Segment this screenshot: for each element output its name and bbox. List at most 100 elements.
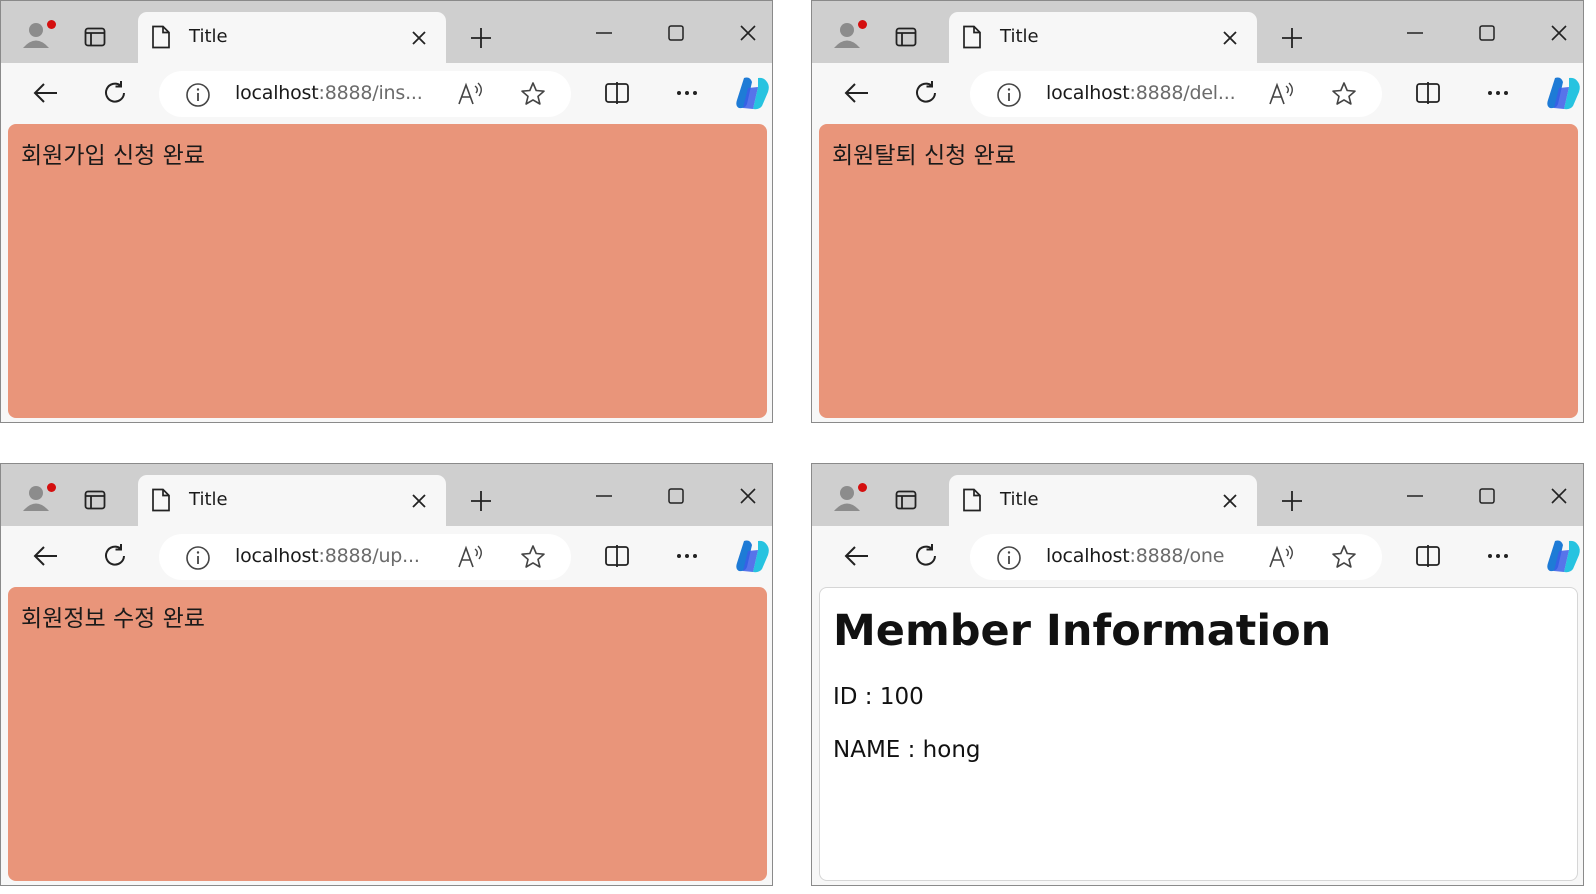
maximize-icon[interactable] [666, 23, 686, 43]
tab-actions-icon[interactable] [84, 26, 106, 48]
read-aloud-icon[interactable] [1268, 81, 1296, 107]
member-id: ID : 100 [833, 684, 924, 710]
address-bar[interactable]: localhost:8888/del... [970, 71, 1382, 117]
plus-icon[interactable] [469, 26, 493, 50]
more-icon[interactable] [673, 79, 701, 107]
maximize-icon[interactable] [666, 486, 686, 506]
profile-badge [858, 20, 867, 29]
more-icon[interactable] [1484, 79, 1512, 107]
back-arrow-icon[interactable] [843, 79, 871, 107]
url-text[interactable]: localhost:8888/up... [235, 545, 420, 567]
more-icon[interactable] [1484, 542, 1512, 570]
maximize-icon[interactable] [1477, 23, 1497, 43]
page-content: 회원정보 수정 완료 [8, 587, 767, 881]
profile-badge [858, 483, 867, 492]
browser-window-4: Title localhost:8888/one Member Informat… [811, 463, 1584, 886]
info-icon[interactable] [996, 545, 1022, 571]
copilot-icon[interactable] [1545, 538, 1583, 574]
split-screen-icon[interactable] [1414, 79, 1442, 107]
favorite-star-icon[interactable] [519, 543, 547, 571]
read-aloud-icon[interactable] [457, 81, 485, 107]
refresh-icon[interactable] [101, 542, 129, 570]
minimize-icon[interactable] [594, 23, 614, 43]
close-icon[interactable] [411, 30, 427, 46]
page-content: 회원탈퇴 신청 완료 [819, 124, 1578, 418]
page-content: Member Information ID : 100 NAME : hong [819, 587, 1578, 881]
tab-title: Title [1000, 489, 1039, 510]
toolbar: localhost:8888/ins... [1, 63, 772, 121]
refresh-icon[interactable] [912, 79, 940, 107]
tab-active[interactable]: Title [138, 475, 446, 526]
read-aloud-icon[interactable] [1268, 544, 1296, 570]
page-icon [963, 25, 981, 49]
url-text[interactable]: localhost:8888/one [1046, 545, 1224, 567]
address-bar[interactable]: localhost:8888/ins... [159, 71, 571, 117]
maximize-icon[interactable] [1477, 486, 1497, 506]
plus-icon[interactable] [1280, 489, 1304, 513]
toolbar: localhost:8888/one [812, 526, 1583, 584]
split-screen-icon[interactable] [1414, 542, 1442, 570]
url-text[interactable]: localhost:8888/del... [1046, 82, 1236, 104]
close-icon[interactable] [1222, 30, 1238, 46]
url-text[interactable]: localhost:8888/ins... [235, 82, 423, 104]
info-icon[interactable] [185, 82, 211, 108]
back-arrow-icon[interactable] [32, 79, 60, 107]
refresh-icon[interactable] [912, 542, 940, 570]
read-aloud-icon[interactable] [457, 544, 485, 570]
tab-strip: Title [1, 1, 772, 63]
window-close-icon[interactable] [1549, 486, 1569, 506]
tab-title: Title [189, 26, 228, 47]
status-message: 회원가입 신청 완료 [21, 143, 205, 169]
copilot-icon[interactable] [734, 75, 772, 111]
tab-title: Title [1000, 26, 1039, 47]
tab-strip: Title [812, 464, 1583, 526]
info-icon[interactable] [185, 545, 211, 571]
favorite-star-icon[interactable] [1330, 543, 1358, 571]
window-close-icon[interactable] [738, 23, 758, 43]
profile-badge [47, 20, 56, 29]
close-icon[interactable] [1222, 493, 1238, 509]
page-heading: Member Information [833, 606, 1332, 656]
tab-active[interactable]: Title [949, 12, 1257, 63]
tab-strip: Title [812, 1, 1583, 63]
page-content: 회원가입 신청 완료 [8, 124, 767, 418]
copilot-icon[interactable] [734, 538, 772, 574]
split-screen-icon[interactable] [603, 542, 631, 570]
split-screen-icon[interactable] [603, 79, 631, 107]
minimize-icon[interactable] [1405, 486, 1425, 506]
refresh-icon[interactable] [101, 79, 129, 107]
window-close-icon[interactable] [1549, 23, 1569, 43]
plus-icon[interactable] [1280, 26, 1304, 50]
status-message: 회원정보 수정 완료 [21, 606, 205, 632]
info-icon[interactable] [996, 82, 1022, 108]
tab-active[interactable]: Title [138, 12, 446, 63]
more-icon[interactable] [673, 542, 701, 570]
toolbar: localhost:8888/del... [812, 63, 1583, 121]
address-bar[interactable]: localhost:8888/up... [159, 534, 571, 580]
browser-window-1: Title localhost:8888/ins... 회원가입 신청 완료 [0, 0, 773, 423]
tab-actions-icon[interactable] [895, 489, 917, 511]
page-icon [152, 25, 170, 49]
page-icon [963, 488, 981, 512]
minimize-icon[interactable] [594, 486, 614, 506]
minimize-icon[interactable] [1405, 23, 1425, 43]
toolbar: localhost:8888/up... [1, 526, 772, 584]
close-icon[interactable] [411, 493, 427, 509]
browser-window-2: Title localhost:8888/del... 회원탈퇴 신청 완료 [811, 0, 1584, 423]
tab-title: Title [189, 489, 228, 510]
back-arrow-icon[interactable] [32, 542, 60, 570]
plus-icon[interactable] [469, 489, 493, 513]
tab-strip: Title [1, 464, 772, 526]
profile-badge [47, 483, 56, 492]
tab-active[interactable]: Title [949, 475, 1257, 526]
favorite-star-icon[interactable] [1330, 80, 1358, 108]
window-close-icon[interactable] [738, 486, 758, 506]
tab-actions-icon[interactable] [895, 26, 917, 48]
address-bar[interactable]: localhost:8888/one [970, 534, 1382, 580]
browser-window-3: Title localhost:8888/up... 회원정보 수정 완료 [0, 463, 773, 886]
back-arrow-icon[interactable] [843, 542, 871, 570]
tab-actions-icon[interactable] [84, 489, 106, 511]
status-message: 회원탈퇴 신청 완료 [832, 143, 1016, 169]
favorite-star-icon[interactable] [519, 80, 547, 108]
copilot-icon[interactable] [1545, 75, 1583, 111]
